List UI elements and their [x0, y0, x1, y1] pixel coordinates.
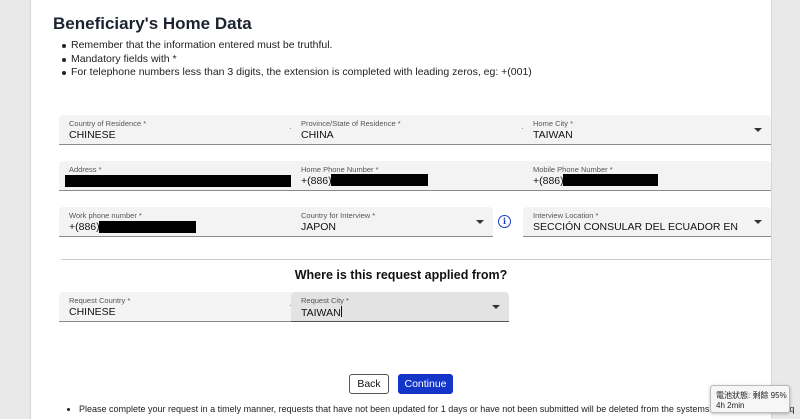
redacted-value [563, 174, 658, 186]
chevron-down-icon[interactable] [754, 220, 762, 224]
chevron-down-icon[interactable] [754, 128, 762, 132]
field-label: Request Country * [69, 296, 131, 305]
field-label: Work phone number * [69, 211, 142, 220]
field-label: Country for Interview * [301, 211, 376, 220]
text-cursor [340, 306, 342, 317]
field-value: CHINESE [69, 129, 116, 141]
field-label: Country of Residence * [69, 119, 147, 128]
redacted-value [331, 174, 428, 186]
battery-status-tooltip: 電池狀態: 剩餘 95% 4h 2min [710, 385, 790, 413]
instruction-item: Mandatory fields with * [62, 53, 532, 67]
field-value: CHINA [301, 129, 334, 141]
back-button[interactable]: Back [349, 374, 389, 394]
field-value: TAIWAN [533, 129, 573, 141]
request-origin-heading: Where is this request applied from? [294, 268, 508, 282]
section-title: Beneficiary's Home Data [53, 14, 252, 33]
country-of-residence-select[interactable]: Country of Residence * CHINESE [59, 115, 307, 145]
interview-location-select[interactable]: Interview Location * SECCIÓN CONSULAR DE… [523, 207, 771, 237]
field-label: Interview Location * [533, 211, 599, 220]
footer-notice: Please complete your request in a timely… [79, 404, 795, 414]
redacted-value [99, 221, 196, 233]
country-for-interview-select[interactable]: Country for Interview * JAPON [291, 207, 493, 237]
field-label: Province/State of Residence * [301, 119, 401, 128]
info-icon[interactable]: i [498, 215, 511, 228]
home-city-select[interactable]: Home City * TAIWAN [523, 115, 771, 145]
redacted-value [65, 175, 301, 187]
battery-time-text: 4h 2min [716, 401, 745, 410]
field-value: +(886) [533, 175, 564, 187]
work-phone-input[interactable]: Work phone number * +(886) [59, 207, 307, 237]
field-label: Mobile Phone Number * [533, 165, 613, 174]
request-country-select[interactable]: Request Country * CHINESE [59, 292, 307, 322]
field-label: Request City * [301, 296, 349, 305]
field-label: Home City * [533, 119, 574, 128]
field-value: TAIWAN [301, 306, 342, 319]
field-label: Home Phone Number * [301, 165, 379, 174]
field-value: SECCIÓN CONSULAR DEL ECUADOR EN [533, 221, 738, 233]
field-value: JAPON [301, 221, 337, 233]
chevron-down-icon[interactable] [492, 305, 500, 309]
request-city-select[interactable]: Request City * TAIWAN [291, 292, 509, 322]
footer-bullet [67, 408, 70, 411]
field-value: CHINESE [69, 306, 116, 318]
form-page: Beneficiary's Home Data Remember that th… [30, 0, 794, 419]
field-value: +(886) [69, 221, 100, 233]
battery-status-text: 電池狀態: 剩餘 95% [716, 391, 787, 400]
field-label: Address * [69, 165, 102, 174]
continue-button[interactable]: Continue [398, 374, 453, 394]
instruction-item: For telephone numbers less than 3 digits… [62, 66, 532, 78]
instruction-item: Remember that the information entered mu… [62, 39, 532, 53]
mobile-phone-input[interactable]: Mobile Phone Number * +(886) [523, 161, 771, 191]
instructions-list: Remember that the information entered mu… [62, 39, 532, 80]
section-divider [61, 259, 771, 260]
home-phone-input[interactable]: Home Phone Number * +(886) [291, 161, 539, 191]
chevron-down-icon[interactable] [476, 220, 484, 224]
address-input[interactable]: Address * [59, 161, 307, 191]
province-select[interactable]: Province/State of Residence * CHINA [291, 115, 539, 145]
field-value: +(886) [301, 175, 332, 187]
